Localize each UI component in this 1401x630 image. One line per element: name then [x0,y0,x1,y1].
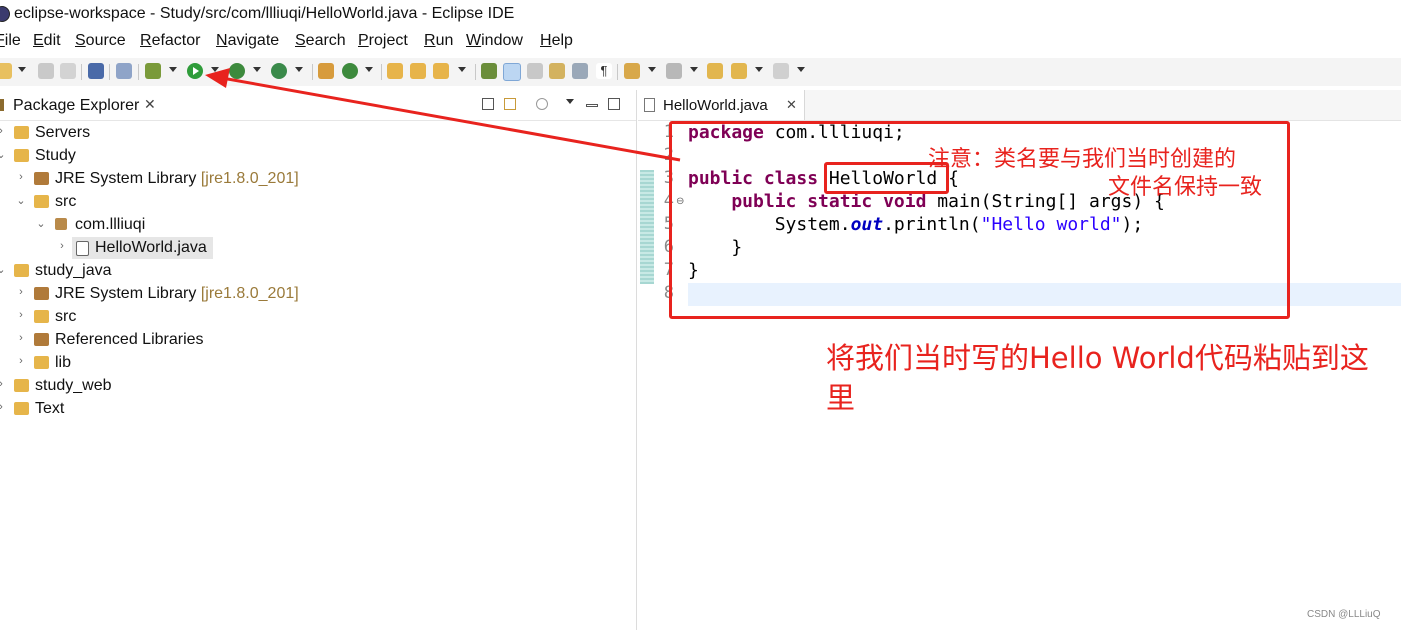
annotation-arrow [205,68,681,162]
watermark: CSDN @LLLiuQ [1307,609,1381,620]
